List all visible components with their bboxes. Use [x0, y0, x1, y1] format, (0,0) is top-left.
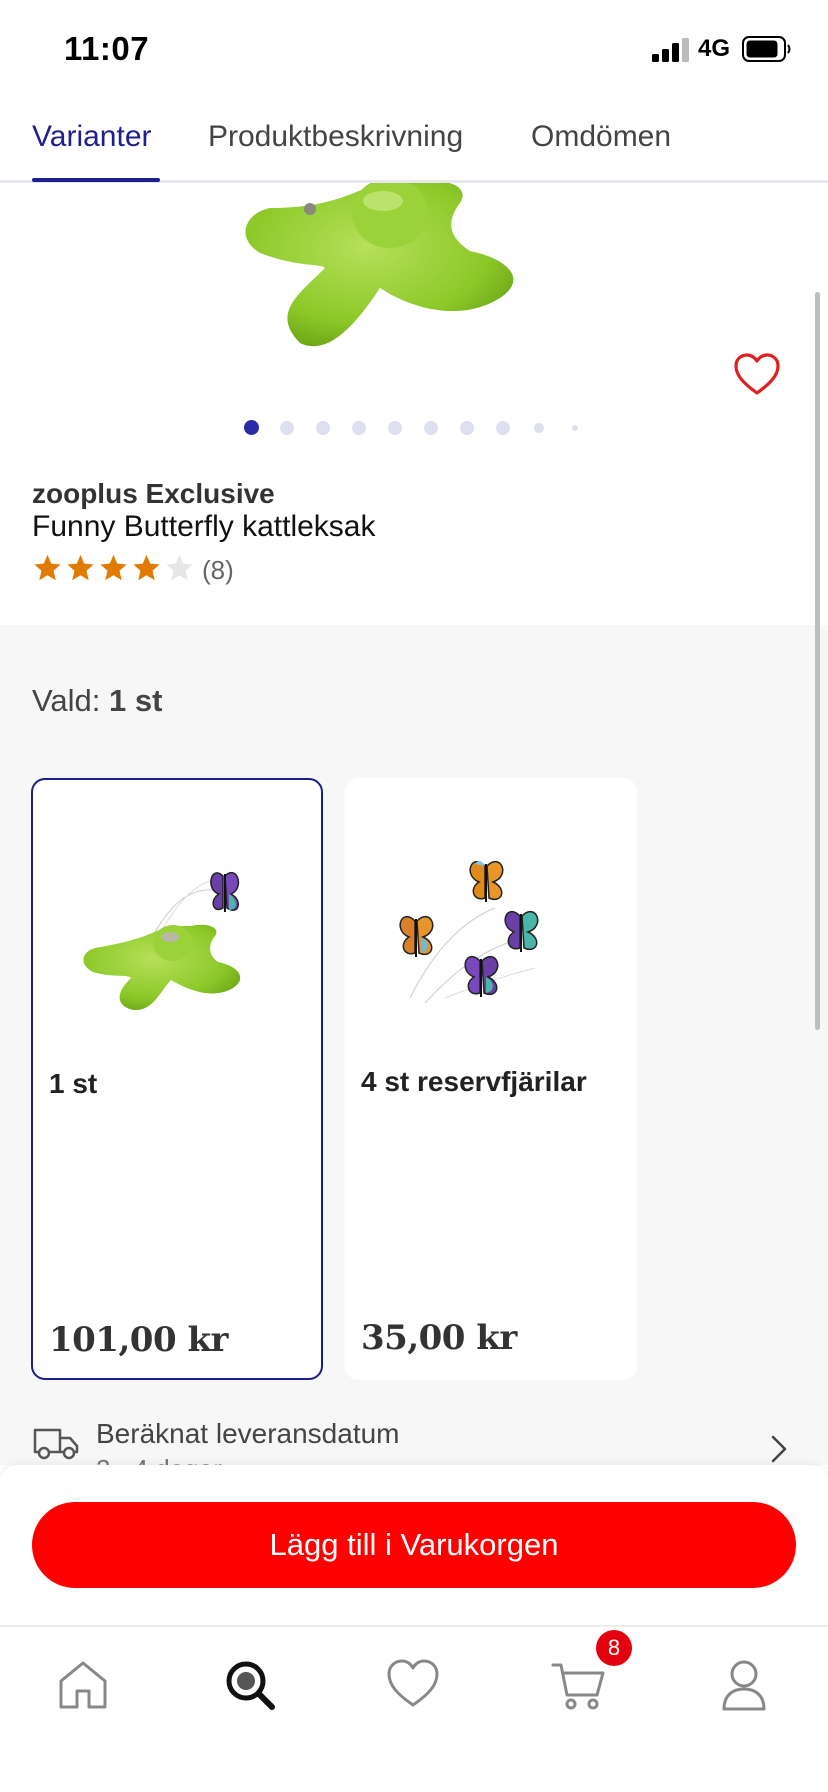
- variant-price: 101,00 kr: [49, 1320, 228, 1360]
- rating-stars[interactable]: [32, 553, 195, 585]
- home-icon[interactable]: [55, 1657, 111, 1713]
- star-empty-icon: [166, 554, 193, 581]
- signal-icon: [652, 38, 689, 62]
- rating-count[interactable]: (8): [202, 555, 234, 586]
- gallery-dot[interactable]: [244, 420, 259, 435]
- tab-bar: Varianter Produktbeskrivning Omdömen: [0, 120, 828, 182]
- gallery-pagination: [240, 420, 580, 441]
- battery-icon: [742, 36, 791, 62]
- variant-image-butterflies: [399, 860, 539, 1004]
- gallery-dot[interactable]: [352, 421, 366, 435]
- gallery-dot[interactable]: [572, 425, 578, 431]
- heart-icon[interactable]: [385, 1657, 441, 1713]
- product-brand[interactable]: zooplus Exclusive: [32, 478, 275, 510]
- bottom-navigation: [0, 1627, 828, 1792]
- selected-variant-value: 1 st: [108, 683, 163, 718]
- variant-image-toy: [83, 872, 241, 1010]
- scrollbar[interactable]: [815, 292, 820, 1030]
- gallery-dot[interactable]: [460, 421, 474, 435]
- search-icon[interactable]: [222, 1657, 278, 1713]
- delivery-truck-icon: [33, 1428, 79, 1460]
- cart-icon[interactable]: [551, 1657, 607, 1713]
- gallery-dot[interactable]: [534, 423, 544, 433]
- tab-omdomen[interactable]: Omdömen: [531, 120, 671, 154]
- gallery-dot[interactable]: [280, 421, 294, 435]
- tab-produktbeskrivning[interactable]: Produktbeskrivning: [208, 120, 463, 154]
- tab-varianter[interactable]: Varianter: [32, 120, 152, 154]
- gallery-dot[interactable]: [424, 421, 438, 435]
- product-image[interactable]: [230, 183, 560, 353]
- status-time: 11:07: [64, 30, 150, 67]
- favorite-heart-icon[interactable]: [733, 353, 781, 397]
- variant-price: 35,00 kr: [361, 1318, 517, 1358]
- gallery-dot[interactable]: [316, 421, 330, 435]
- variant-card-4st-reservfjarilar[interactable]: 4 st reservfjärilar 35,00 kr: [345, 778, 637, 1380]
- product-name: Funny Butterfly kattleksak: [32, 510, 376, 543]
- variant-card-1st[interactable]: 1 st 101,00 kr: [31, 778, 323, 1380]
- gallery-dot[interactable]: [388, 421, 402, 435]
- gallery-dot[interactable]: [496, 421, 510, 435]
- star-filled-icon: [67, 554, 94, 581]
- selected-variant-label: Vald:: [32, 683, 101, 718]
- star-filled-icon: [133, 554, 160, 581]
- chevron-right-icon[interactable]: [770, 1434, 788, 1464]
- variant-label: 4 st reservfjärilar: [361, 1066, 587, 1097]
- variant-label: 1 st: [49, 1068, 98, 1099]
- add-to-cart-button[interactable]: Lägg till i Varukorgen: [32, 1502, 796, 1588]
- cart-badge: 8: [596, 1630, 632, 1666]
- active-tab-indicator: [32, 178, 160, 182]
- profile-icon[interactable]: [716, 1657, 772, 1713]
- star-filled-icon: [34, 554, 61, 581]
- network-type: 4G: [698, 35, 731, 62]
- star-filled-icon: [100, 554, 127, 581]
- delivery-title[interactable]: Beräknat leveransdatum: [96, 1418, 400, 1450]
- selected-variant: Vald: 1 st: [32, 683, 162, 719]
